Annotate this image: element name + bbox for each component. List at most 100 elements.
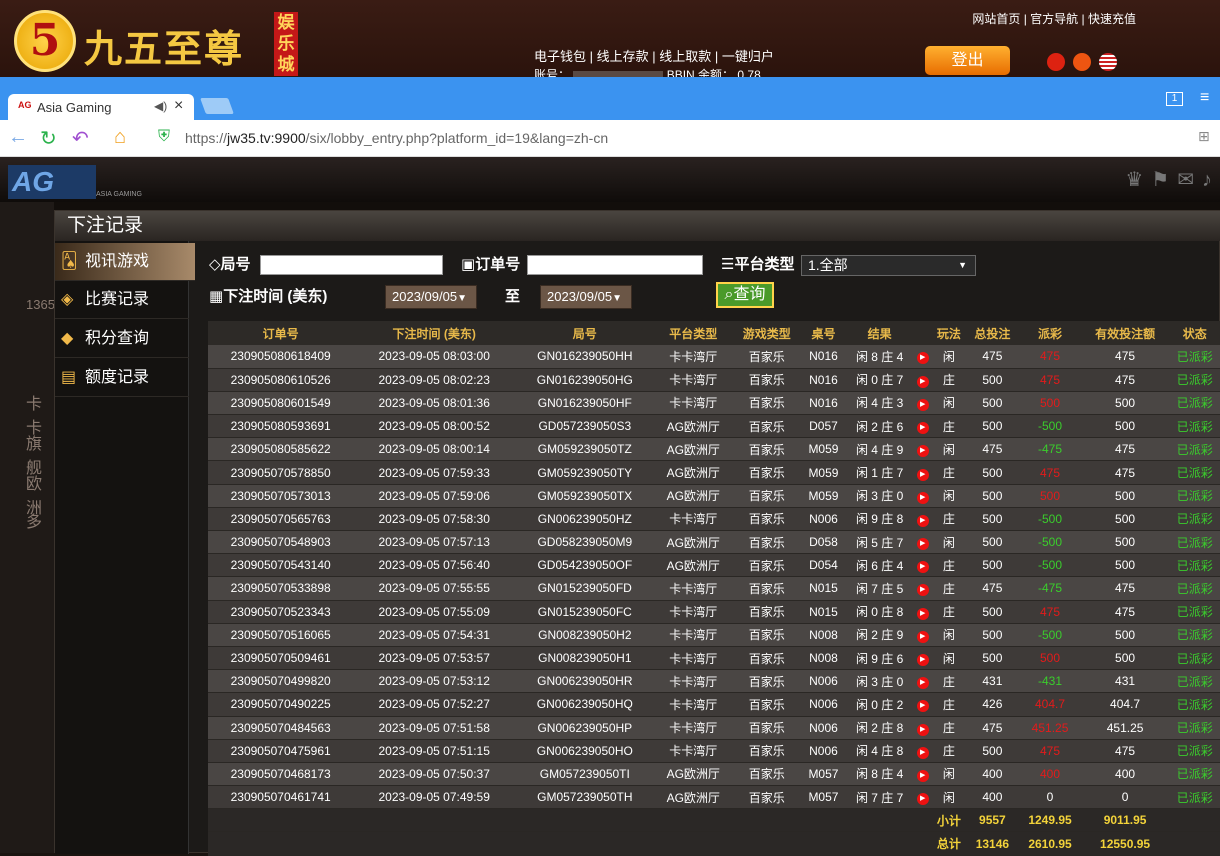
table-cell: 已派彩 <box>1168 785 1220 810</box>
logout-button[interactable]: 登出 <box>925 46 1010 75</box>
play-video-icon[interactable]: ▶ <box>916 793 929 806</box>
close-icon[interactable]: × <box>174 97 183 115</box>
us-flag-icon[interactable] <box>1099 53 1117 71</box>
table-cell: 闲 2 庄 8 <box>845 716 914 740</box>
table-row[interactable]: 230905080593691 2023-09-05 08:00:52 GD0572… <box>208 414 1220 439</box>
link-wallet[interactable]: 电子钱包 <box>534 49 586 64</box>
table-row[interactable]: 230905070523343 2023-09-05 07:55:09 GN0152… <box>208 600 1220 624</box>
table-row[interactable]: 230905070543140 2023-09-05 07:56:40 GD0542… <box>208 553 1220 578</box>
table-row[interactable]: 230905070548903 2023-09-05 07:57:13 GD0582… <box>208 530 1220 555</box>
table-row[interactable]: 230905080610526 2023-09-05 08:02:23 GN0162… <box>208 368 1220 392</box>
play-video-icon[interactable]: ▶ <box>916 654 929 667</box>
table-row[interactable]: 230905080601549 2023-09-05 08:01:36 GN0162… <box>208 391 1220 416</box>
table-cell: 2023-09-05 07:55:55 <box>353 576 516 601</box>
vip-icon[interactable]: ♛ <box>1125 169 1151 191</box>
table-row[interactable]: 230905080585622 2023-09-05 08:00:14 GM0592… <box>208 437 1220 462</box>
undo-icon[interactable]: ↶ <box>72 126 89 151</box>
tab-asia-gaming[interactable]: AG Asia Gaming ◀) × <box>8 94 194 120</box>
summary-cell: 2610.95 <box>1018 831 1082 856</box>
play-video-icon[interactable]: ▶ <box>916 468 929 481</box>
table-cell: 闲 0 庄 8 <box>845 600 914 624</box>
table-row[interactable]: 230905070565763 2023-09-05 07:58:30 GN0062… <box>208 507 1220 532</box>
menu-icon[interactable]: ≡ <box>1200 89 1209 107</box>
table-cell-replay: ▶ <box>913 669 932 694</box>
table-cell: -500 <box>1018 553 1082 578</box>
date-to-input[interactable]: 2023/09/05▼ <box>540 285 632 309</box>
table-row[interactable]: 230905070509461 2023-09-05 07:53:57 GN0082… <box>208 646 1220 671</box>
link-withdraw[interactable]: 线上取款 <box>659 49 711 64</box>
table-cell: 451.25 <box>1081 716 1169 740</box>
table-row[interactable]: 230905070578850 2023-09-05 07:59:33 GM0592… <box>208 460 1220 485</box>
play-video-icon[interactable]: ▶ <box>916 630 929 643</box>
platform-select[interactable]: 1.全部 ▼ <box>801 255 976 276</box>
play-video-icon[interactable]: ▶ <box>916 514 929 527</box>
new-tab-button[interactable] <box>200 98 234 114</box>
play-video-icon[interactable]: ▶ <box>916 700 929 713</box>
order-input[interactable] <box>527 255 703 275</box>
grid-icon[interactable]: ⊞ <box>1198 128 1210 145</box>
play-video-icon[interactable]: ▶ <box>916 769 929 782</box>
summary-cell: 12550.95 <box>1081 831 1169 856</box>
play-video-icon[interactable]: ▶ <box>916 723 929 736</box>
play-video-icon[interactable]: ▶ <box>916 422 929 435</box>
play-video-icon[interactable]: ▶ <box>916 677 929 690</box>
link-home[interactable]: 网站首页 <box>972 12 1020 26</box>
table-cell: 卡卡湾厅 <box>654 716 732 740</box>
date-from-input[interactable]: 2023/09/05▼ <box>385 285 477 309</box>
play-video-icon[interactable]: ▶ <box>916 607 929 620</box>
table-cell: 500 <box>966 646 1019 671</box>
site-logo[interactable]: 5 <box>14 10 76 72</box>
table-row[interactable]: 230905070499820 2023-09-05 07:53:12 GN0062… <box>208 669 1220 694</box>
table-cell: 百家乐 <box>731 669 802 694</box>
table-row[interactable]: 230905070468173 2023-09-05 07:50:37 GM0572… <box>208 762 1220 787</box>
table-row[interactable]: 230905070475961 2023-09-05 07:51:15 GN0062… <box>208 739 1220 763</box>
cn-flag-icon[interactable] <box>1073 53 1091 71</box>
summary-cell <box>801 808 846 833</box>
table-cell: 500 <box>1081 646 1169 671</box>
link-nav[interactable]: 官方导航 <box>1030 12 1078 26</box>
table-cell: 230905070461741 <box>208 785 354 810</box>
side-item-points[interactable]: ◆ 积分查询 <box>55 320 189 358</box>
query-button[interactable]: ⌕查询 <box>716 282 774 308</box>
table-cell: 已派彩 <box>1168 460 1220 485</box>
table-row[interactable]: 230905080618409 2023-09-05 08:03:00 GN0162… <box>208 345 1220 369</box>
filters: ◇局号 ▣订单号 ☰平台类型 1.全部 ▼ ▦下注时间 (美东) 2023/09/… <box>195 241 1220 321</box>
table-row[interactable]: 230905070484563 2023-09-05 07:51:58 GN0062… <box>208 716 1220 740</box>
play-video-icon[interactable]: ▶ <box>916 746 929 759</box>
table-row[interactable]: 230905070533898 2023-09-05 07:55:55 GN0152… <box>208 576 1220 601</box>
speaker-icon[interactable]: ◀) <box>154 99 167 113</box>
play-video-icon[interactable]: ▶ <box>916 584 929 597</box>
tab-count[interactable]: 1 <box>1166 92 1183 106</box>
table-cell: 2023-09-05 07:50:37 <box>353 762 516 787</box>
table-row[interactable]: 230905070461741 2023-09-05 07:49:59 GM0572… <box>208 785 1220 810</box>
link-deposit[interactable]: 线上存款 <box>597 49 649 64</box>
address-bar[interactable]: https://jw35.tv:9900/six/lobby_entry.php… <box>185 130 608 146</box>
home-icon[interactable]: ⌂ <box>114 126 126 149</box>
flag-icon[interactable]: ⚑ <box>1151 169 1177 191</box>
side-item-match-records[interactable]: ◈ 比赛记录 <box>55 281 189 319</box>
table-row[interactable]: 230905070516065 2023-09-05 07:54:31 GN0082… <box>208 623 1220 647</box>
table-cell: 百家乐 <box>731 576 802 601</box>
table-cell: 404.7 <box>1081 692 1169 717</box>
side-item-live-games[interactable]: 🂡 视讯游戏 <box>55 243 195 281</box>
refresh-icon[interactable]: ↻ <box>40 126 57 151</box>
table-cell-replay: ▶ <box>913 460 932 485</box>
column-header: 订单号 <box>208 321 354 345</box>
link-recharge[interactable]: 快速充值 <box>1088 12 1136 26</box>
side-item-credit[interactable]: ▤ 额度记录 <box>55 359 189 397</box>
table-row[interactable]: 230905070490225 2023-09-05 07:52:27 GN0062… <box>208 692 1220 717</box>
back-icon[interactable]: ← <box>8 126 28 149</box>
play-video-icon[interactable]: ▶ <box>916 352 929 365</box>
play-video-icon[interactable]: ▶ <box>916 491 929 504</box>
play-video-icon[interactable]: ▶ <box>916 445 929 458</box>
music-icon[interactable]: ♪ <box>1202 169 1220 191</box>
play-video-icon[interactable]: ▶ <box>916 538 929 551</box>
play-video-icon[interactable]: ▶ <box>916 398 929 411</box>
play-video-icon[interactable]: ▶ <box>916 375 929 388</box>
play-video-icon[interactable]: ▶ <box>916 561 929 574</box>
hk-flag-icon[interactable] <box>1047 53 1065 71</box>
chat-icon[interactable]: ✉ <box>1177 169 1202 191</box>
table-row[interactable]: 230905070573013 2023-09-05 07:59:06 GM0592… <box>208 484 1220 508</box>
link-transfer-all[interactable]: 一键归户 <box>722 49 774 64</box>
round-input[interactable] <box>260 255 443 275</box>
